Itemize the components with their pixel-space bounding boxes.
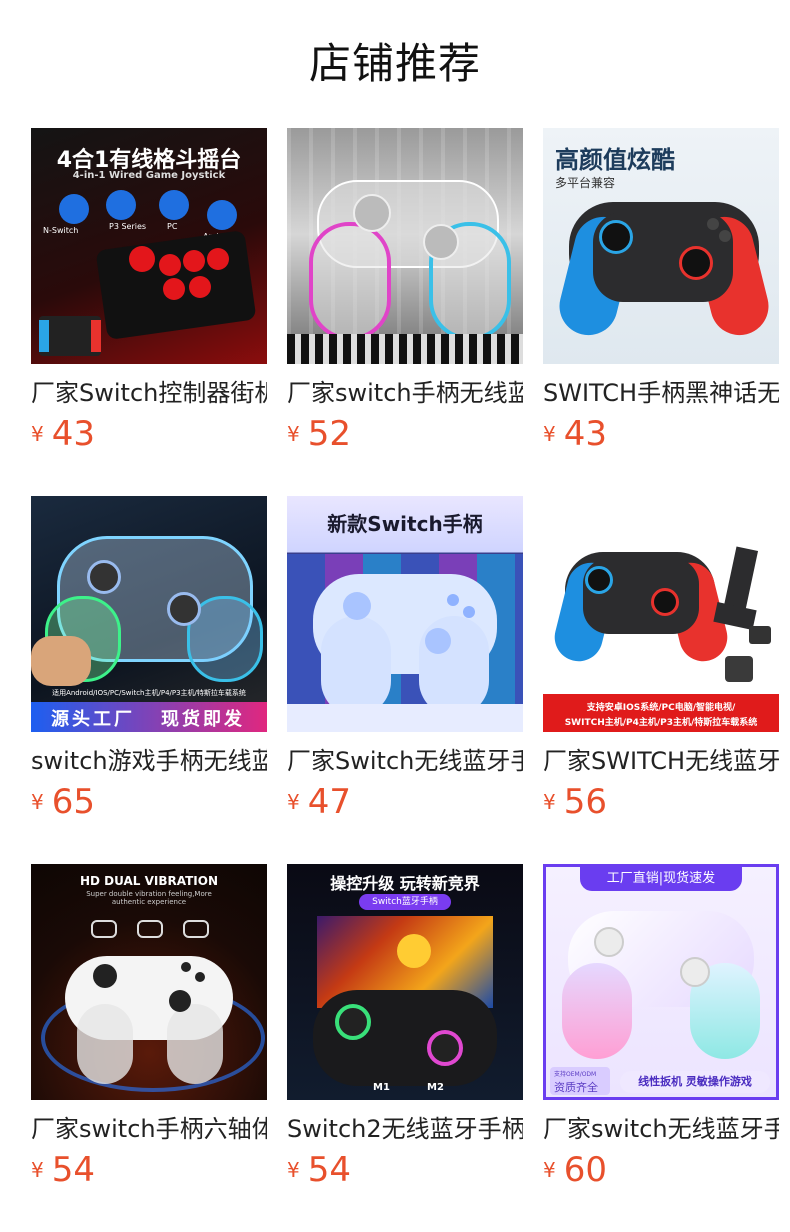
product-image[interactable]: 支持安卓IOS系统/PC电脑/智能电视/ SWITCH主机/P4主机/P3主机/… xyxy=(543,496,779,732)
product-image[interactable]: HD DUAL VIBRATION Super double vibration… xyxy=(31,864,267,1100)
product-name[interactable]: 厂家switch无线蓝牙手柄 xyxy=(543,1111,779,1147)
product-price: ¥47 xyxy=(287,782,351,822)
product-name[interactable]: 厂家switch手柄无线蓝牙 xyxy=(287,375,523,411)
product-price: ¥52 xyxy=(287,414,351,454)
product-price: ¥60 xyxy=(543,1150,607,1190)
product-name[interactable]: 厂家SWITCH无线蓝牙手柄 xyxy=(543,743,779,779)
product-card[interactable]: 厂家switch手柄无线蓝牙 ¥52 xyxy=(287,128,523,454)
product-image[interactable]: 操控升级 玩转新竞界 Switch蓝牙手柄 M1 M2 xyxy=(287,864,523,1100)
product-price: ¥43 xyxy=(543,414,607,454)
page-title: 店铺推荐 xyxy=(308,39,481,88)
product-card[interactable]: 支持安卓IOS系统/PC电脑/智能电视/ SWITCH主机/P4主机/P3主机/… xyxy=(543,496,779,822)
product-card[interactable]: 新款Switch手柄 厂家Switch无线蓝牙手柄 ¥47 xyxy=(287,496,523,822)
product-card[interactable]: 高颜值炫酷 多平台兼容 SWITCH手柄黑神话无线 ¥43 xyxy=(543,128,779,454)
product-image[interactable] xyxy=(287,128,523,364)
product-card[interactable]: 适用Android/IOS/PC/Switch主机/P4/P3主机/特斯拉车载系… xyxy=(31,496,267,822)
product-name[interactable]: Switch2无线蓝牙手柄 xyxy=(287,1111,523,1147)
product-card[interactable]: HD DUAL VIBRATION Super double vibration… xyxy=(31,864,267,1190)
product-price: ¥43 xyxy=(31,414,95,454)
product-image[interactable]: 4合1有线格斗摇台 4-in-1 Wired Game Joystick N-S… xyxy=(31,128,267,364)
product-image[interactable]: 高颜值炫酷 多平台兼容 xyxy=(543,128,779,364)
product-image[interactable]: 新款Switch手柄 xyxy=(287,496,523,732)
product-name[interactable]: 厂家Switch控制器街机 xyxy=(31,375,267,411)
product-card[interactable]: 工厂直销|现货速发 支持OEM/ODM 资质齐全 线性扳机 灵敏操作游戏 厂家s… xyxy=(543,864,779,1190)
product-price: ¥56 xyxy=(543,782,607,822)
product-image[interactable]: 工厂直销|现货速发 支持OEM/ODM 资质齐全 线性扳机 灵敏操作游戏 xyxy=(543,864,779,1100)
product-price: ¥65 xyxy=(31,782,95,822)
product-price: ¥54 xyxy=(31,1150,95,1190)
product-image[interactable]: 适用Android/IOS/PC/Switch主机/P4/P3主机/特斯拉车载系… xyxy=(31,496,267,732)
product-name[interactable]: SWITCH手柄黑神话无线 xyxy=(543,375,779,411)
product-name[interactable]: 厂家Switch无线蓝牙手柄 xyxy=(287,743,523,779)
product-name[interactable]: switch游戏手柄无线蓝牙 xyxy=(31,743,267,779)
product-name[interactable]: 厂家switch手柄六轴体感 xyxy=(31,1111,267,1147)
product-card[interactable]: 操控升级 玩转新竞界 Switch蓝牙手柄 M1 M2 Switch2无线蓝牙手… xyxy=(287,864,523,1190)
product-price: ¥54 xyxy=(287,1150,351,1190)
product-card[interactable]: 4合1有线格斗摇台 4-in-1 Wired Game Joystick N-S… xyxy=(31,128,267,454)
